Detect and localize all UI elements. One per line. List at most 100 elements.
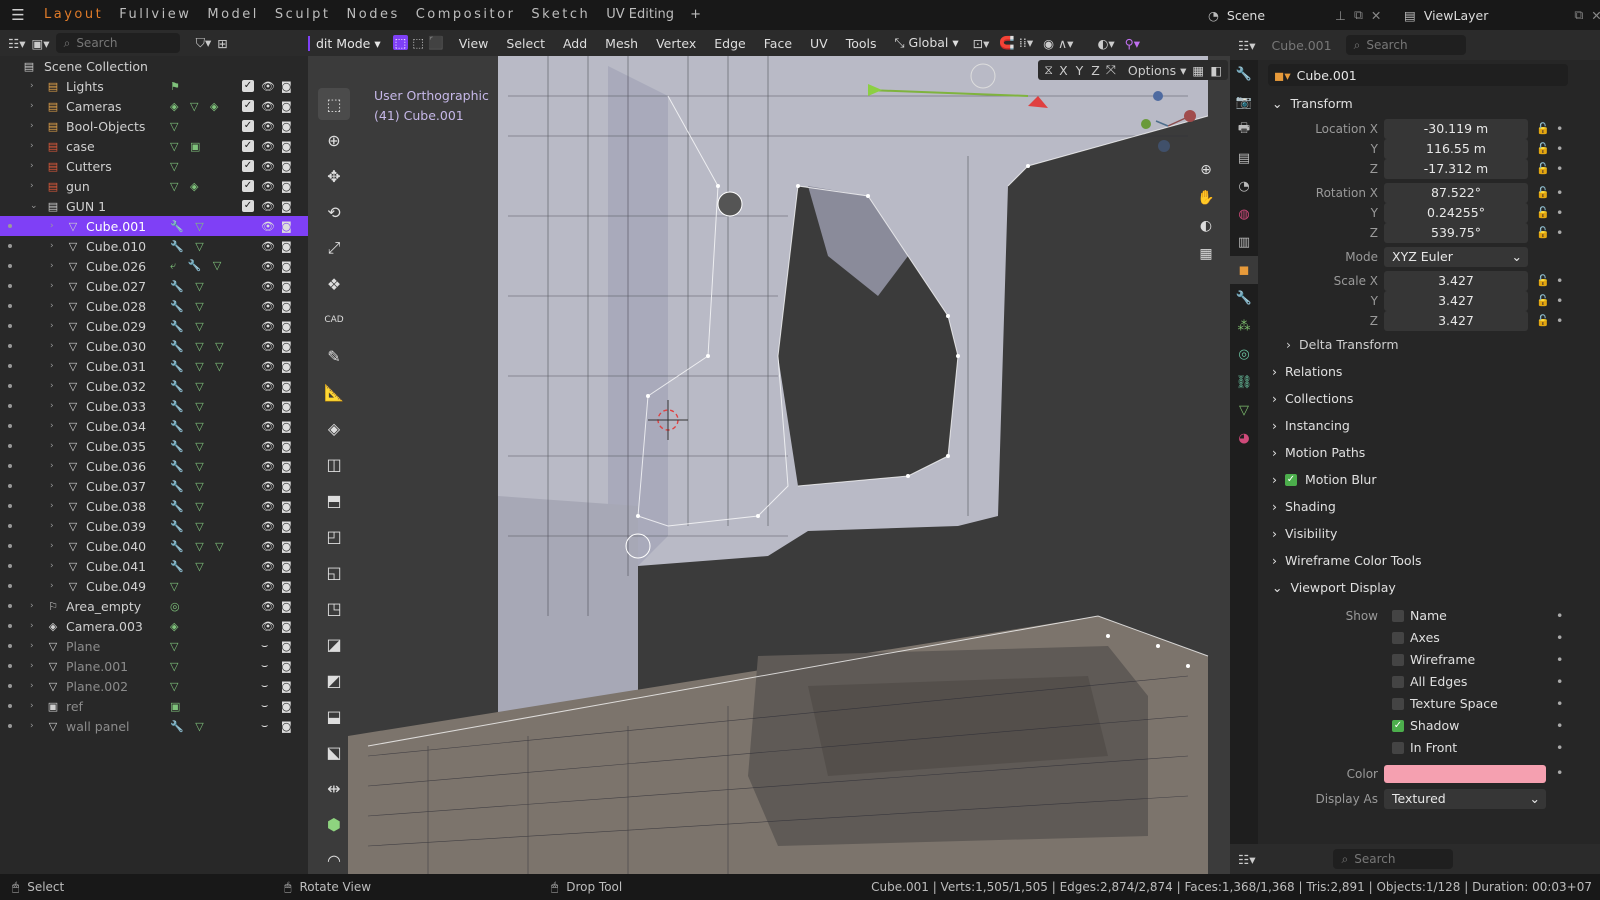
eye-icon[interactable]: 👁 bbox=[261, 140, 275, 153]
chevron-right-icon[interactable]: › bbox=[50, 301, 54, 311]
knife-icon[interactable]: ◪ bbox=[318, 628, 350, 660]
section-instancing[interactable]: › Instancing bbox=[1264, 412, 1600, 439]
editor-type-icon[interactable]: ☷▾ bbox=[1238, 38, 1255, 53]
render-camera-icon[interactable]: ◙ bbox=[281, 460, 292, 473]
outliner-row[interactable]: › ▽ Cube.049 ▽ 👁 ◙ bbox=[0, 576, 308, 596]
collection-tab-icon[interactable]: ▥ bbox=[1230, 228, 1258, 256]
render-camera-icon[interactable]: ◙ bbox=[281, 480, 292, 493]
world-tab-icon[interactable]: ◍ bbox=[1230, 200, 1258, 228]
keyframe-dot[interactable]: • bbox=[1556, 271, 1563, 291]
proportional-edit-icon[interactable]: ◉ ∧▾ bbox=[1038, 36, 1078, 51]
chevron-right-icon[interactable]: › bbox=[30, 101, 34, 111]
exclude-checkbox[interactable]: ✓ bbox=[242, 100, 254, 112]
workspace-tab[interactable]: Layout bbox=[36, 0, 111, 30]
chevron-right-icon[interactable]: › bbox=[50, 321, 54, 331]
outliner-row[interactable]: › ▽ Cube.031 🔧 ▽ ▽ 👁 ◙ bbox=[0, 356, 308, 376]
eye-icon[interactable]: 👁 bbox=[261, 100, 275, 113]
eye-icon[interactable]: 👁 bbox=[261, 320, 275, 333]
outliner-row[interactable]: › ▽ wall panel 🔧 ▽ ⌣ ◙ bbox=[0, 716, 308, 736]
section-visibility[interactable]: › Visibility bbox=[1264, 520, 1600, 547]
lock-icon[interactable]: 🔓 bbox=[1536, 291, 1550, 311]
render-camera-icon[interactable]: ◙ bbox=[281, 720, 292, 733]
keyframe-dot[interactable]: • bbox=[1556, 183, 1563, 203]
eye-icon[interactable]: 👁 bbox=[261, 480, 275, 493]
move-icon[interactable]: ✥ bbox=[318, 160, 350, 192]
outliner-row[interactable]: › ▽ Cube.034 🔧 ▽ 👁 ◙ bbox=[0, 416, 308, 436]
number-field[interactable]: -17.312 m bbox=[1384, 159, 1528, 179]
outliner-row[interactable]: › ▽ Cube.041 🔧 ▽ 👁 ◙ bbox=[0, 556, 308, 576]
section-collections[interactable]: › Collections bbox=[1264, 385, 1600, 412]
loop-cut-icon[interactable]: ◳ bbox=[318, 592, 350, 624]
chevron-right-icon[interactable]: › bbox=[50, 281, 54, 291]
bottom-search-input[interactable]: ⌕ Search bbox=[1333, 849, 1454, 869]
output-tab-icon[interactable]: 🖶 bbox=[1230, 116, 1258, 144]
outliner-row[interactable]: › ▤ case ▽ ▣ ✓ 👁 ◙ bbox=[0, 136, 308, 156]
show-option-checkbox[interactable] bbox=[1392, 676, 1404, 688]
number-field[interactable]: 539.75° bbox=[1384, 223, 1528, 243]
render-camera-icon[interactable]: ◙ bbox=[281, 400, 292, 413]
outliner-row[interactable]: › ▽ Cube.033 🔧 ▽ 👁 ◙ bbox=[0, 396, 308, 416]
eye-closed-icon[interactable]: ⌣ bbox=[261, 719, 268, 733]
eye-icon[interactable]: 👁 bbox=[261, 520, 275, 533]
grid-icon[interactable]: ▦ bbox=[1192, 63, 1204, 78]
keyframe-dot[interactable]: • bbox=[1556, 291, 1563, 311]
viewport-menu-edge[interactable]: Edge bbox=[705, 36, 754, 51]
exclude-checkbox[interactable]: ✓ bbox=[242, 80, 254, 92]
chevron-right-icon[interactable]: › bbox=[30, 681, 34, 691]
outliner-row[interactable]: › ▽ Cube.036 🔧 ▽ 👁 ◙ bbox=[0, 456, 308, 476]
add-cube-icon[interactable]: ◫ bbox=[318, 448, 350, 480]
chevron-right-icon[interactable]: › bbox=[30, 161, 34, 171]
eye-icon[interactable]: 👁 bbox=[261, 600, 275, 613]
display-mode-icon[interactable]: ▣▾ bbox=[31, 36, 49, 51]
measure-icon[interactable]: 📐 bbox=[318, 376, 350, 408]
copy-icon[interactable]: ⧉ bbox=[1354, 7, 1363, 23]
outliner-row[interactable]: › ▽ Cube.026 ⤶ 🔧 ▽ 👁 ◙ bbox=[0, 256, 308, 276]
render-camera-icon[interactable]: ◙ bbox=[281, 340, 292, 353]
outliner-row[interactable]: › ▽ Cube.037 🔧 ▽ 👁 ◙ bbox=[0, 476, 308, 496]
chevron-right-icon[interactable]: › bbox=[30, 701, 34, 711]
render-camera-icon[interactable]: ◙ bbox=[281, 200, 292, 213]
eye-icon[interactable]: 👁 bbox=[261, 620, 275, 633]
exclude-checkbox[interactable]: ✓ bbox=[242, 160, 254, 172]
show-option-checkbox[interactable] bbox=[1392, 742, 1404, 754]
chevron-right-icon[interactable]: › bbox=[50, 361, 54, 371]
chevron-right-icon[interactable]: › bbox=[30, 141, 34, 151]
object-tab-icon[interactable]: ◼ bbox=[1230, 256, 1258, 284]
pin-icon[interactable]: ⊥ bbox=[1335, 8, 1346, 23]
render-camera-icon[interactable]: ◙ bbox=[281, 420, 292, 433]
outliner-row[interactable]: › ▤ Cutters ▽ ✓ 👁 ◙ bbox=[0, 156, 308, 176]
viewport-menu-add[interactable]: Add bbox=[554, 36, 596, 51]
eye-icon[interactable]: 👁 bbox=[261, 220, 275, 233]
snap-icon[interactable]: 🧲 ⁞⁞▾ bbox=[994, 35, 1038, 51]
lock-icon[interactable]: 🔓 bbox=[1536, 159, 1550, 179]
workspace-tab[interactable]: Sketch bbox=[523, 0, 598, 30]
camera-view-icon[interactable]: ◐ bbox=[1192, 212, 1220, 240]
scene-collection-row[interactable]: ▤ Scene Collection bbox=[0, 56, 308, 76]
edge-slide-icon[interactable]: ⇹ bbox=[318, 772, 350, 804]
object-color-swatch[interactable] bbox=[1384, 765, 1546, 783]
poly-build-icon[interactable]: ◩ bbox=[318, 664, 350, 696]
mirror-axis-toggle[interactable]: X bbox=[1059, 63, 1068, 78]
workspace-tab[interactable]: Nodes bbox=[339, 0, 408, 30]
lock-icon[interactable]: 🔓 bbox=[1536, 223, 1550, 243]
annotate-icon[interactable]: ✎ bbox=[318, 340, 350, 372]
number-field[interactable]: 87.522° bbox=[1384, 183, 1528, 203]
eye-icon[interactable]: 👁 bbox=[261, 260, 275, 273]
outliner-row[interactable]: ⌄ ▤ GUN 1 ✓ 👁 ◙ bbox=[0, 196, 308, 216]
shear-icon[interactable]: ◠ bbox=[318, 844, 350, 876]
render-camera-icon[interactable]: ◙ bbox=[281, 600, 292, 613]
outliner-row[interactable]: › ◈ Camera.003 ◈ 👁 ◙ bbox=[0, 616, 308, 636]
mesh-overlay-icon[interactable]: ⚲▾ bbox=[1120, 36, 1145, 51]
smooth-icon[interactable]: ⬕ bbox=[318, 736, 350, 768]
chevron-right-icon[interactable]: › bbox=[50, 441, 54, 451]
keyframe-dot[interactable]: • bbox=[1556, 159, 1563, 179]
outliner-row[interactable]: › ▽ Cube.040 🔧 ▽ ▽ 👁 ◙ bbox=[0, 536, 308, 556]
chevron-right-icon[interactable]: › bbox=[50, 381, 54, 391]
viewport-display-section[interactable]: ⌄ Viewport Display bbox=[1264, 574, 1600, 601]
chevron-right-icon[interactable]: › bbox=[50, 261, 54, 271]
chevron-right-icon[interactable]: › bbox=[30, 661, 34, 671]
mirror-axis-toggle[interactable]: Z bbox=[1091, 63, 1100, 78]
chevron-right-icon[interactable]: › bbox=[50, 461, 54, 471]
show-option-checkbox[interactable]: ✓ bbox=[1392, 720, 1404, 732]
transform-section[interactable]: ⌄ Transform bbox=[1264, 90, 1600, 117]
